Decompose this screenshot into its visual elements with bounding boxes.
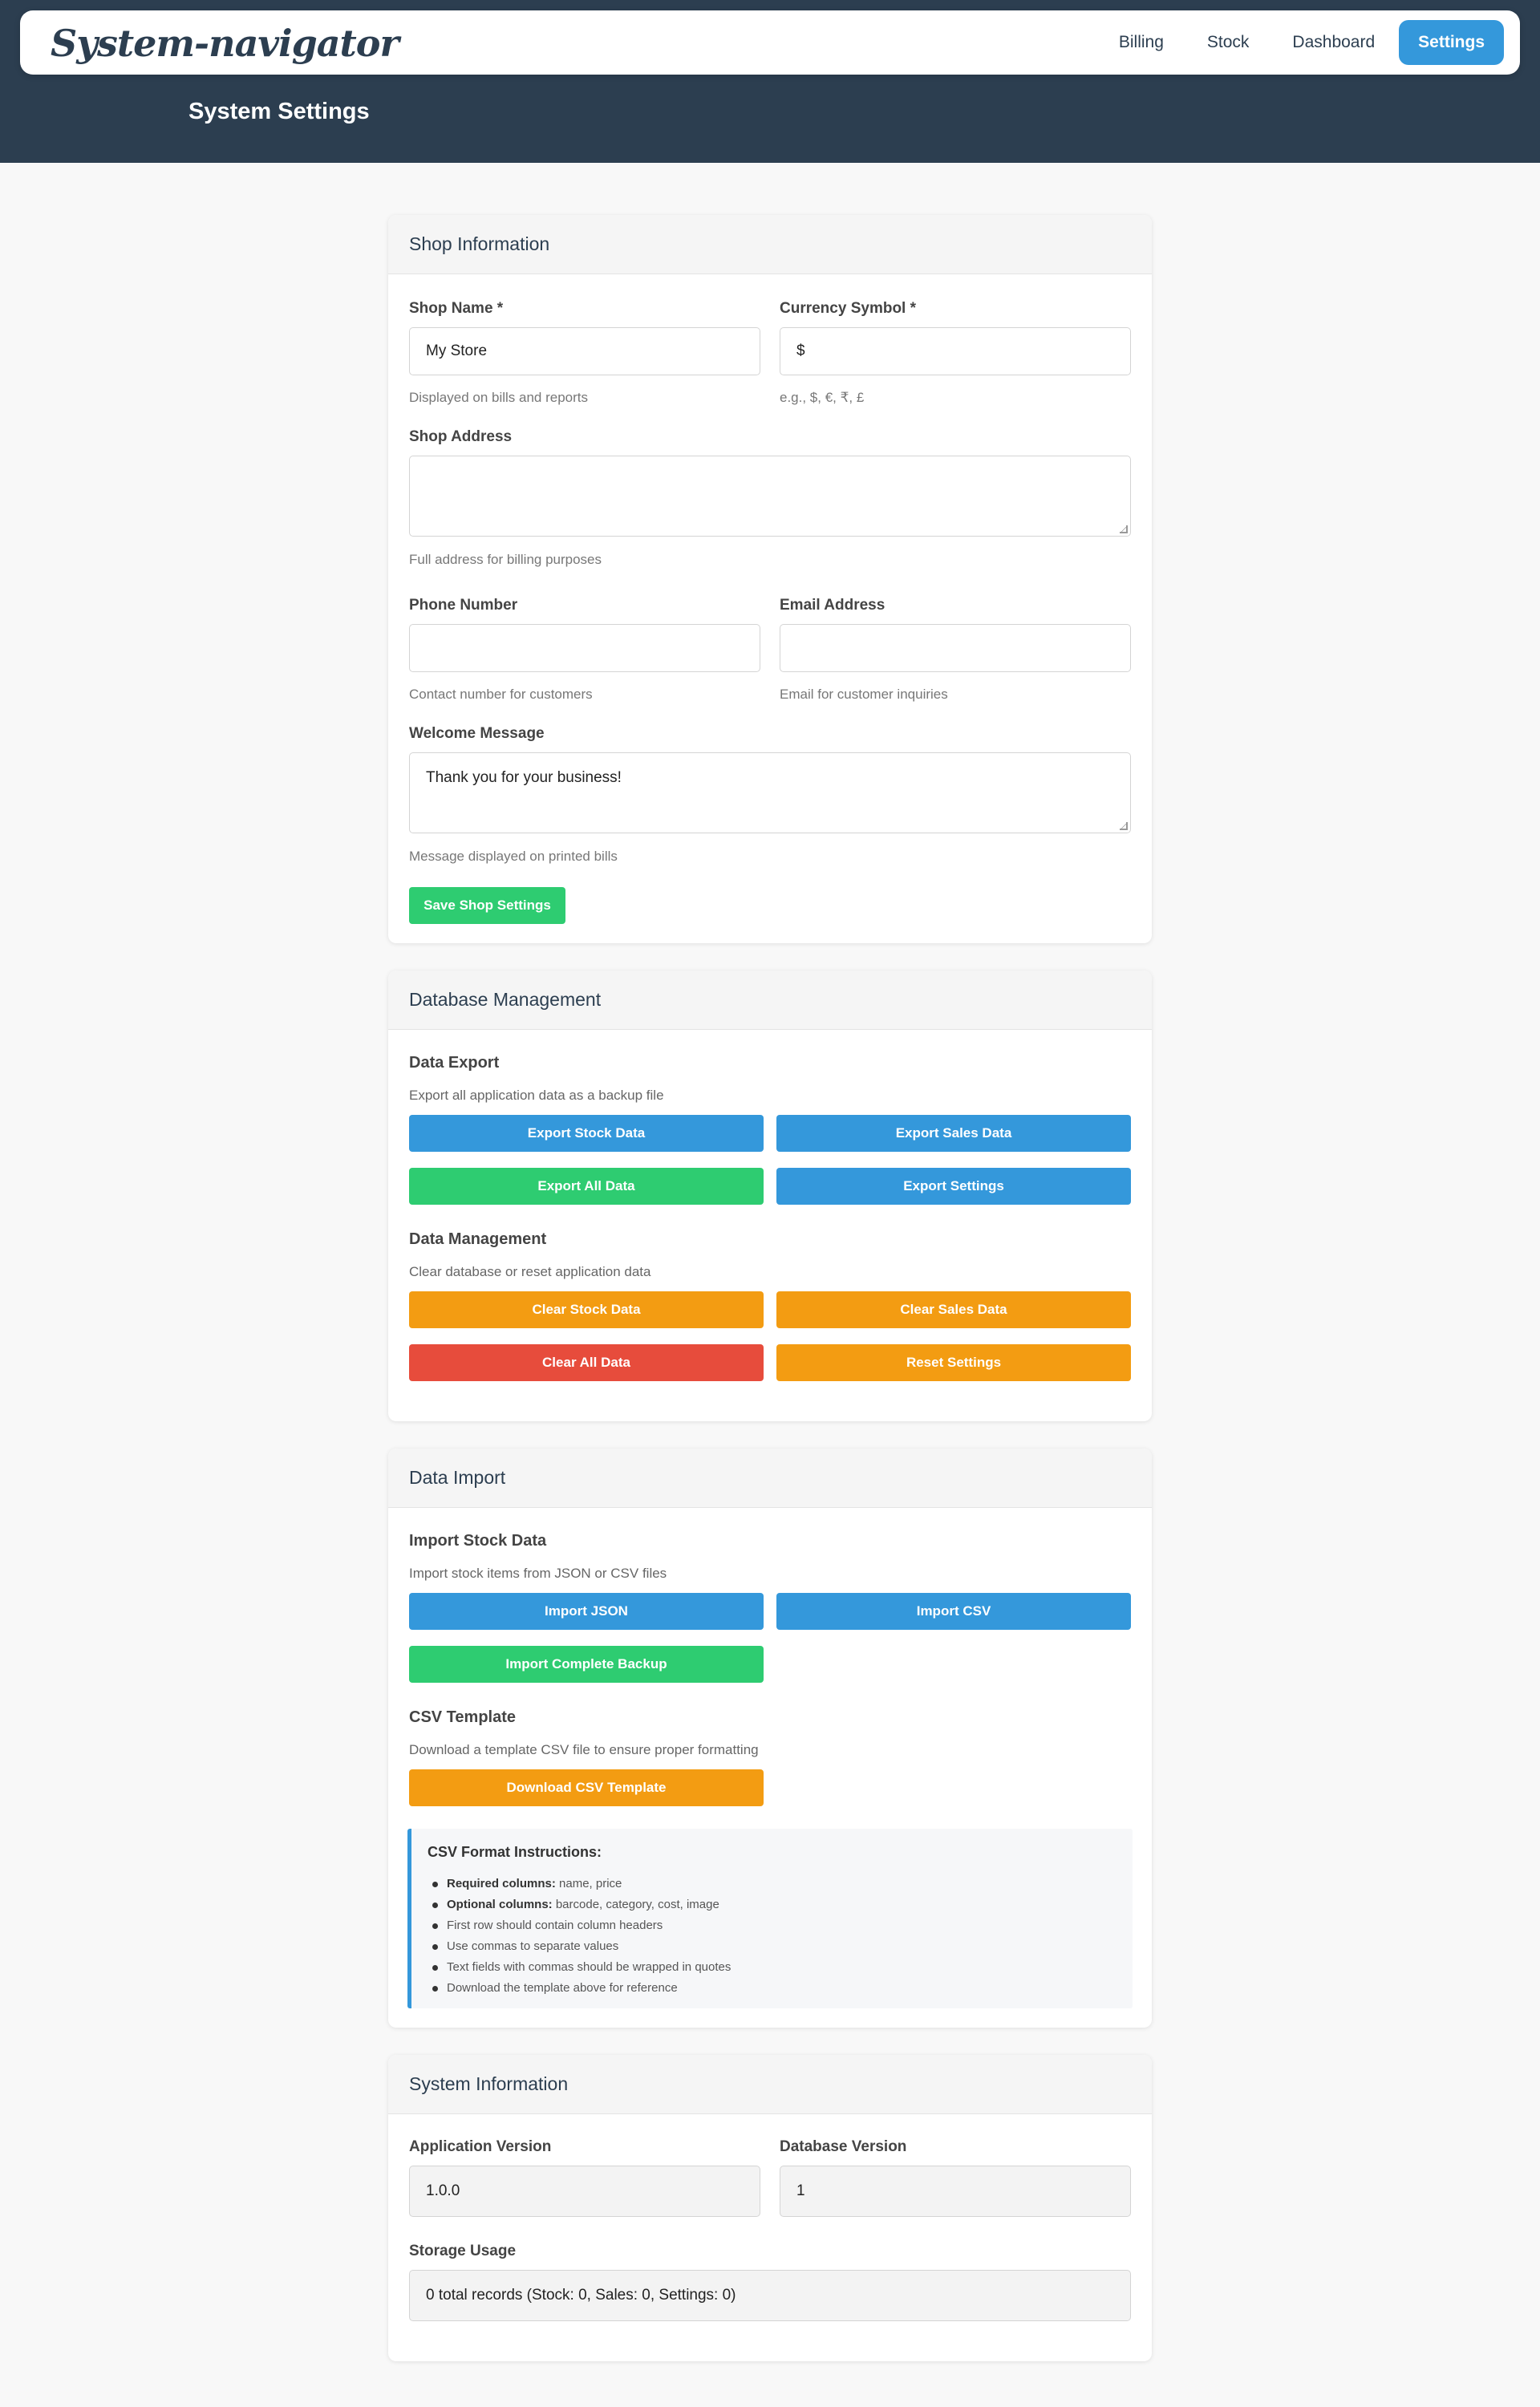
system-information-card: System Information Application Version 1…: [388, 2055, 1152, 2361]
csv-template-desc: Download a template CSV file to ensure p…: [409, 1742, 759, 1757]
nav-settings[interactable]: Settings: [1399, 20, 1504, 65]
list-item: Use commas to separate values: [432, 1936, 731, 1957]
list-item: Text fields with commas should be wrappe…: [432, 1957, 731, 1978]
brand-logo[interactable]: System-navigator: [51, 22, 399, 65]
address-label: Shop Address: [409, 428, 513, 445]
card-title: Shop Information: [388, 215, 1152, 274]
import-stock-desc: Import stock items from JSON or CSV file…: [409, 1566, 667, 1581]
nav-billing[interactable]: Billing: [1100, 20, 1183, 65]
top-navbar: System-navigator Billing Stock Dashboard…: [20, 10, 1520, 75]
resize-handle-icon[interactable]: [1120, 822, 1128, 830]
export-all-button[interactable]: Export All Data: [409, 1168, 764, 1205]
data-management-desc: Clear database or reset application data: [409, 1264, 651, 1279]
address-textarea[interactable]: [409, 456, 1131, 537]
email-label: Email Address: [780, 597, 886, 614]
data-export-title: Data Export: [409, 1054, 500, 1072]
csv-instructions-list: Required columns: name, price Optional c…: [432, 1874, 731, 1999]
csv-instructions-title: CSV Format Instructions:: [428, 1844, 602, 1860]
clear-all-button[interactable]: Clear All Data: [409, 1344, 764, 1381]
list-item: Download the template above for referenc…: [432, 1978, 731, 1999]
import-csv-button[interactable]: Import CSV: [776, 1593, 1131, 1630]
db-version-field: 1: [780, 2166, 1131, 2217]
currency-input[interactable]: $: [780, 327, 1131, 375]
nav-stock[interactable]: Stock: [1188, 20, 1269, 65]
app-version-label: Application Version: [409, 2138, 552, 2155]
resize-handle-icon[interactable]: [1120, 525, 1128, 533]
currency-label: Currency Symbol *: [780, 300, 916, 317]
shop-name-label: Shop Name *: [409, 300, 504, 317]
import-stock-title: Import Stock Data: [409, 1532, 547, 1550]
reset-settings-button[interactable]: Reset Settings: [776, 1344, 1131, 1381]
data-import-card: Data Import Import Stock Data Import sto…: [388, 1449, 1152, 2028]
data-export-desc: Export all application data as a backup …: [409, 1088, 664, 1103]
list-item: Required columns: name, price: [432, 1874, 731, 1894]
clear-sales-button[interactable]: Clear Sales Data: [776, 1291, 1131, 1328]
phone-label: Phone Number: [409, 597, 518, 614]
card-title: Data Import: [388, 1449, 1152, 1508]
db-version-label: Database Version: [780, 2138, 907, 2155]
app-version-field: 1.0.0: [409, 2166, 760, 2217]
save-shop-settings-button[interactable]: Save Shop Settings: [409, 887, 565, 924]
shop-name-input[interactable]: My Store: [409, 327, 760, 375]
page-title: System Settings: [188, 99, 370, 124]
welcome-help: Message displayed on printed bills: [409, 849, 618, 864]
welcome-label: Welcome Message: [409, 725, 545, 742]
email-input[interactable]: [780, 624, 1131, 672]
database-management-card: Database Management Data Export Export a…: [388, 970, 1152, 1421]
export-stock-button[interactable]: Export Stock Data: [409, 1115, 764, 1152]
nav-links: Billing Stock Dashboard Settings: [1095, 20, 1504, 65]
list-item: First row should contain column headers: [432, 1915, 731, 1936]
shop-information-card: Shop Information Shop Name * My Store Di…: [388, 215, 1152, 943]
currency-help: e.g., $, €, ₹, £: [780, 390, 865, 405]
storage-usage-field: 0 total records (Stock: 0, Sales: 0, Set…: [409, 2270, 1131, 2321]
email-help: Email for customer inquiries: [780, 687, 948, 702]
shop-name-help: Displayed on bills and reports: [409, 390, 589, 405]
csv-instructions-box: CSV Format Instructions: Required column…: [407, 1829, 1133, 2008]
list-item: Optional columns: barcode, category, cos…: [432, 1894, 731, 1915]
address-help: Full address for billing purposes: [409, 552, 602, 567]
data-management-title: Data Management: [409, 1230, 547, 1248]
card-title: Database Management: [388, 970, 1152, 1030]
import-json-button[interactable]: Import JSON: [409, 1593, 764, 1630]
nav-dashboard[interactable]: Dashboard: [1273, 20, 1394, 65]
export-settings-button[interactable]: Export Settings: [776, 1168, 1131, 1205]
phone-help: Contact number for customers: [409, 687, 593, 702]
welcome-value: Thank you for your business!: [426, 769, 622, 786]
phone-input[interactable]: [409, 624, 760, 672]
welcome-textarea[interactable]: Thank you for your business!: [409, 752, 1131, 833]
import-backup-button[interactable]: Import Complete Backup: [409, 1646, 764, 1683]
export-sales-button[interactable]: Export Sales Data: [776, 1115, 1131, 1152]
download-csv-template-button[interactable]: Download CSV Template: [409, 1769, 764, 1806]
clear-stock-button[interactable]: Clear Stock Data: [409, 1291, 764, 1328]
card-title: System Information: [388, 2055, 1152, 2114]
csv-template-title: CSV Template: [409, 1708, 516, 1726]
storage-usage-label: Storage Usage: [409, 2243, 517, 2259]
